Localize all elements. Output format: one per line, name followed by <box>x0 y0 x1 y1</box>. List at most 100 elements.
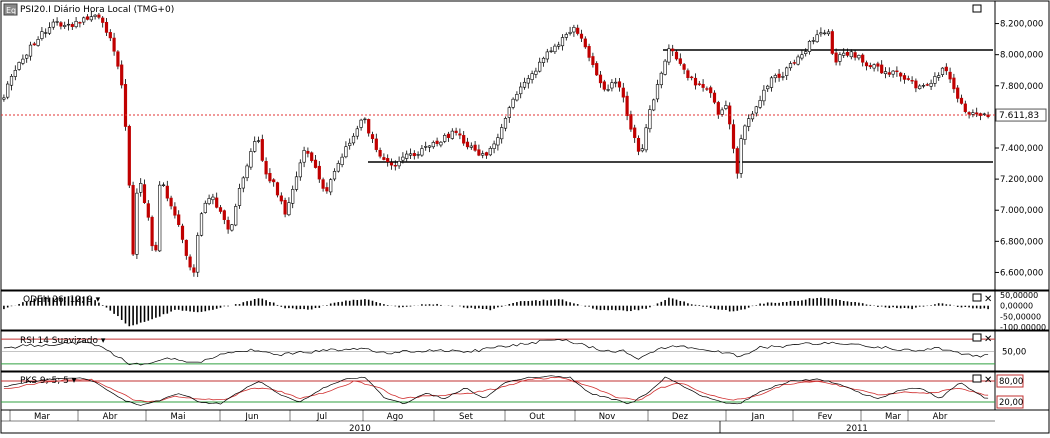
candle-body <box>108 32 112 39</box>
candle-body <box>359 119 363 128</box>
candle-body <box>952 77 956 90</box>
candle-body <box>967 112 971 115</box>
price-panel[interactable]: Eq PSI20.I Diário Hora Local (TMG+0) 8.2… <box>0 0 1050 291</box>
candle-body <box>807 41 812 52</box>
candle-body <box>621 87 625 98</box>
candle-body <box>340 156 344 166</box>
year-label: 2011 <box>846 424 868 434</box>
rsi-maximize-icon[interactable] <box>972 333 982 342</box>
candle-body <box>450 130 454 139</box>
stochastic-close-icon[interactable]: ✕ <box>984 375 992 386</box>
macd-close-icon[interactable]: ✕ <box>984 294 992 305</box>
candle-body <box>842 52 846 56</box>
candle-body <box>397 161 401 167</box>
candle-body <box>671 48 675 52</box>
candle-body <box>503 118 508 129</box>
candle-body <box>127 125 131 186</box>
candle-body <box>405 153 409 159</box>
candle-body <box>872 64 876 69</box>
candle-body <box>329 179 333 193</box>
stochastic-panel[interactable]: PKS 9; 5; 5 ▾ ✕ 80,00 20,00 <box>0 371 1050 411</box>
rsi-panel-frame <box>0 330 996 372</box>
candle-body <box>538 61 542 72</box>
candle-body <box>815 34 819 43</box>
candle-body <box>701 84 705 88</box>
candle-body <box>690 76 694 79</box>
candle-body <box>435 140 439 144</box>
candle-body <box>363 118 367 121</box>
candle-body <box>237 188 242 206</box>
candle-body <box>199 213 204 236</box>
candle-body <box>446 133 451 138</box>
candle-body <box>47 27 52 34</box>
candle-body <box>921 85 926 87</box>
candle-body <box>226 219 230 230</box>
candle-body <box>150 216 154 247</box>
month-label: Out <box>529 412 545 422</box>
candle-body <box>256 140 261 142</box>
candle-body <box>196 235 200 273</box>
month-label: Jun <box>244 412 258 422</box>
candle-body <box>66 23 71 26</box>
candle-body <box>161 184 166 186</box>
macd-label[interactable]: ODEH 26; 12; 9 ▾ <box>23 295 101 305</box>
candle-body <box>857 55 861 59</box>
stochastic-label[interactable]: PKS 9; 5; 5 ▾ <box>20 376 77 386</box>
candle-body <box>317 165 321 180</box>
candle-body <box>861 54 865 63</box>
month-label: Abr <box>103 412 118 422</box>
candle-body <box>572 27 576 33</box>
candle-body <box>412 153 416 157</box>
candle-body <box>655 84 660 100</box>
candle-body <box>522 81 527 88</box>
candle-body <box>587 46 591 58</box>
candle-body <box>192 267 196 273</box>
candle-body <box>287 202 291 216</box>
month-label: Nov <box>599 412 616 422</box>
stochastic-maximize-icon[interactable] <box>972 374 982 383</box>
candle-body <box>344 146 348 158</box>
candle-body <box>253 141 257 152</box>
candle-body <box>104 21 109 33</box>
rsi-label[interactable]: RSI 14 Suavizado ▾ <box>20 336 106 346</box>
candle-body <box>177 214 181 225</box>
rsi-close-icon[interactable]: ✕ <box>984 334 992 345</box>
price-y-tick-label: 8.200,000 <box>1000 20 1043 30</box>
candle-body <box>834 52 838 63</box>
candle-body <box>416 154 420 156</box>
candle-body <box>883 71 888 75</box>
macd-panel[interactable]: ODEH 26; 12; 9 ▾ ✕ 50,00000 0,00000-50,00… <box>0 290 1050 332</box>
candle-body <box>507 107 511 118</box>
month-label: Jul <box>316 412 327 422</box>
candle-body <box>203 202 207 213</box>
candle-body <box>420 148 424 156</box>
candle-body <box>876 63 880 67</box>
candle-body <box>458 133 462 136</box>
candle-body <box>283 199 287 215</box>
price-y-tick-label: 6.800,000 <box>1000 237 1043 247</box>
candle-body <box>560 37 565 47</box>
candle-body <box>845 51 850 56</box>
candle-body <box>298 162 302 178</box>
macd-y-tick-label: 0,00000 <box>1000 302 1033 311</box>
candle-body <box>598 74 603 84</box>
candle-body <box>625 95 629 117</box>
chart-title[interactable]: PSI20.I Diário Hora Local (TMG+0) <box>20 5 174 15</box>
candle-body <box>294 176 299 190</box>
candle-body <box>887 72 891 75</box>
candle-body <box>427 145 432 148</box>
macd-maximize-icon[interactable] <box>972 293 982 302</box>
candle-body <box>401 156 405 161</box>
candle-body <box>686 70 690 78</box>
candle-body <box>895 70 899 72</box>
rsi-panel[interactable]: RSI 14 Suavizado ▾ ✕ 50,00 <box>0 330 1050 372</box>
candle-body <box>796 56 800 65</box>
candle-body <box>158 184 162 252</box>
candle-body <box>880 64 884 74</box>
maximize-icon[interactable] <box>972 4 982 13</box>
candle-body <box>230 224 234 231</box>
candle-body <box>830 31 834 54</box>
candle-body <box>249 151 253 168</box>
candle-body <box>393 165 397 167</box>
candle-body <box>956 87 960 99</box>
